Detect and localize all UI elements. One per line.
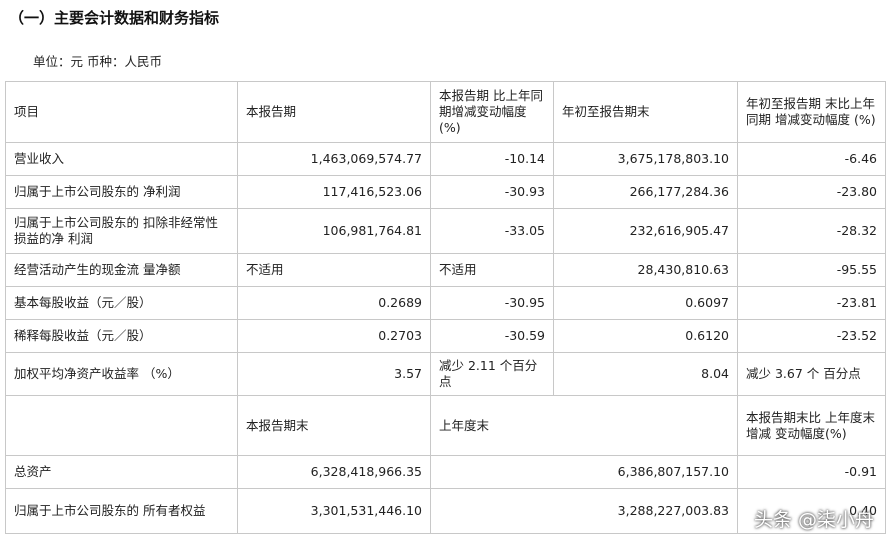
table-row: 归属于上市公司股东的 扣除非经常性损益的净 利润 106,981,764.81 …: [5, 208, 886, 254]
prior-year-end-value: 6,386,807,157.10: [430, 455, 738, 489]
period-end-value: 6,328,418,966.35: [237, 455, 431, 489]
row-label: 归属于上市公司股东的 所有者权益: [5, 488, 238, 534]
ytd-value: 8.04: [553, 352, 738, 396]
ytd-value: 232,616,905.47: [553, 208, 738, 254]
current-period-value: 0.2703: [237, 319, 431, 353]
current-change-value: -30.93: [430, 175, 554, 209]
table-header-row: 项目 本报告期 本报告期 比上年同 期增减变动幅度 (%) 年初至报告期末 年初…: [5, 81, 886, 143]
current-change-value: 不适用: [430, 253, 554, 287]
subheader-period-end: 本报告期末: [237, 395, 431, 456]
ytd-change-value: -28.32: [737, 208, 886, 254]
ytd-value: 3,675,178,803.10: [553, 142, 738, 176]
table-row: 总资产 6,328,418,966.35 6,386,807,157.10 -0…: [5, 455, 886, 489]
period-end-value: 3,301,531,446.10: [237, 488, 431, 534]
header-current-period: 本报告期: [237, 81, 431, 143]
current-period-value: 117,416,523.06: [237, 175, 431, 209]
current-period-value: 3.57: [237, 352, 431, 396]
row-label: 营业收入: [5, 142, 238, 176]
ytd-change-value: -23.81: [737, 286, 886, 320]
ytd-value: 28,430,810.63: [553, 253, 738, 287]
table-subheader-row: 本报告期末 上年度末 本报告期末比 上年度末增减 变动幅度(%): [5, 395, 886, 456]
table-row: 营业收入 1,463,069,574.77 -10.14 3,675,178,8…: [5, 142, 886, 176]
watermark-logo: 头条 @柒小舟: [753, 509, 874, 531]
current-change-value: -33.05: [430, 208, 554, 254]
table-row: 稀释每股收益（元／股） 0.2703 -30.59 0.6120 -23.52: [5, 319, 886, 353]
ytd-value: 0.6097: [553, 286, 738, 320]
ytd-change-value: 减少 3.67 个 百分点: [737, 352, 886, 396]
header-ytd-change: 年初至报告期 末比上年同期 增减变动幅度 (%): [737, 81, 886, 143]
table-row: 基本每股收益（元／股） 0.2689 -30.95 0.6097 -23.81: [5, 286, 886, 320]
current-change-value: -30.95: [430, 286, 554, 320]
ytd-value: 266,177,284.36: [553, 175, 738, 209]
header-ytd: 年初至报告期末: [553, 81, 738, 143]
current-change-value: -10.14: [430, 142, 554, 176]
row-label: 稀释每股收益（元／股）: [5, 319, 238, 353]
current-period-value: 1,463,069,574.77: [237, 142, 431, 176]
unit-currency-line: 单位：元 币种：人民币: [33, 54, 162, 69]
subheader-prior-year-end: 上年度末: [430, 395, 738, 456]
current-period-value: 0.2689: [237, 286, 431, 320]
row-label: 基本每股收益（元／股）: [5, 286, 238, 320]
current-change-value: -30.59: [430, 319, 554, 353]
row-label: 经营活动产生的现金流 量净额: [5, 253, 238, 287]
ytd-change-value: -95.55: [737, 253, 886, 287]
subheader-change: 本报告期末比 上年度末增减 变动幅度(%): [737, 395, 886, 456]
row-label: 归属于上市公司股东的 扣除非经常性损益的净 利润: [5, 208, 238, 254]
subheader-item: [5, 395, 238, 456]
table-row: 加权平均净资产收益率 （%） 3.57 减少 2.11 个百分点 8.04 减少…: [5, 352, 886, 396]
row-label: 总资产: [5, 455, 238, 489]
row-label: 加权平均净资产收益率 （%）: [5, 352, 238, 396]
row-label: 归属于上市公司股东的 净利润: [5, 175, 238, 209]
current-change-value: 减少 2.11 个百分点: [430, 352, 554, 396]
financial-data-table: 项目 本报告期 本报告期 比上年同 期增减变动幅度 (%) 年初至报告期末 年初…: [5, 81, 886, 534]
current-period-value: 不适用: [237, 253, 431, 287]
table-row: 经营活动产生的现金流 量净额 不适用 不适用 28,430,810.63 -95…: [5, 253, 886, 287]
ytd-change-value: -23.52: [737, 319, 886, 353]
header-current-change: 本报告期 比上年同 期增减变动幅度 (%): [430, 81, 554, 143]
section-title: （一）主要会计数据和财务指标: [9, 9, 220, 27]
header-item: 项目: [5, 81, 238, 143]
table-row: 归属于上市公司股东的 净利润 117,416,523.06 -30.93 266…: [5, 175, 886, 209]
ytd-change-value: -23.80: [737, 175, 886, 209]
prior-year-end-value: 3,288,227,003.83: [430, 488, 738, 534]
change-value: -0.91: [737, 455, 886, 489]
ytd-change-value: -6.46: [737, 142, 886, 176]
current-period-value: 106,981,764.81: [237, 208, 431, 254]
ytd-value: 0.6120: [553, 319, 738, 353]
